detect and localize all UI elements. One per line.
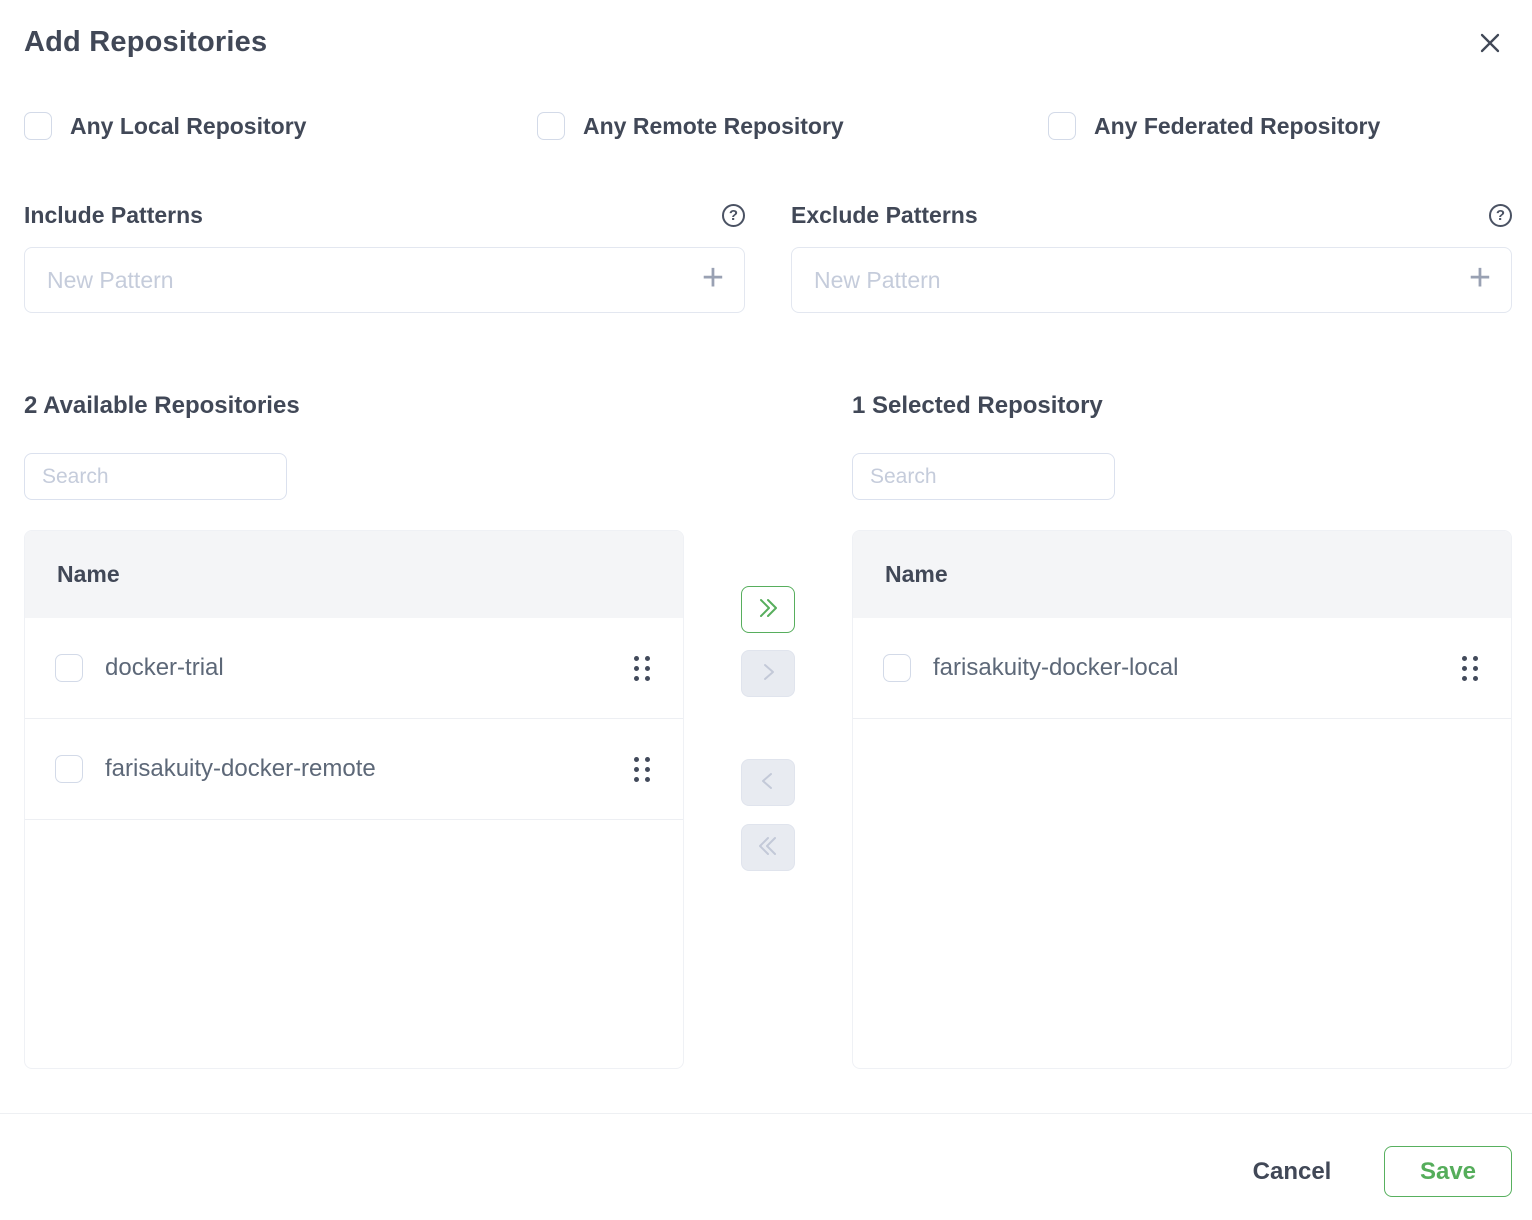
row-checkbox[interactable] [55,654,83,682]
row-checkbox[interactable] [883,654,911,682]
exclude-pattern-field: + [791,247,1512,313]
repository-name: docker-trial [105,654,634,682]
save-button[interactable]: Save [1384,1146,1512,1197]
include-pattern-field: + [24,247,745,313]
available-repositories-table: Name docker-trial farisakuity-docker-rem… [24,530,684,1069]
any-local-repository-checkbox[interactable] [24,112,52,140]
repository-name: farisakuity-docker-local [933,654,1462,682]
chevron-right-icon [756,660,780,687]
drag-handle-icon[interactable] [1462,656,1478,681]
available-search-input[interactable] [24,453,287,500]
any-remote-repository-label: Any Remote Repository [583,113,844,140]
selected-repositories-table: Name farisakuity-docker-local [852,530,1512,1069]
exclude-patterns-label: Exclude Patterns [791,202,978,229]
chevron-left-icon [756,769,780,796]
move-right-button[interactable] [741,650,795,697]
dialog-title: Add Repositories [24,26,267,59]
move-all-left-button[interactable] [741,824,795,871]
footer-divider [0,1113,1532,1114]
move-left-button[interactable] [741,759,795,806]
include-patterns-header: Include Patterns ? [24,202,745,229]
drag-handle-icon[interactable] [634,757,650,782]
close-button[interactable] [1472,26,1508,62]
include-pattern-input[interactable] [25,267,682,294]
cancel-button[interactable]: Cancel [1232,1146,1352,1197]
double-chevron-left-icon [755,834,781,861]
repository-name: farisakuity-docker-remote [105,755,634,783]
row-checkbox[interactable] [55,755,83,783]
selected-repositories-heading: 1 Selected Repository [852,392,1103,420]
any-remote-repository-option: Any Remote Repository [537,112,844,140]
exclude-pattern-add-button[interactable]: + [1449,248,1511,312]
plus-icon: + [702,257,724,300]
selected-search-input[interactable] [852,453,1115,500]
exclude-patterns-help-icon[interactable]: ? [1489,204,1512,227]
plus-icon: + [1469,257,1491,300]
drag-handle-icon[interactable] [634,656,650,681]
include-patterns-label: Include Patterns [24,202,203,229]
add-repositories-dialog: Add Repositories Any Local Repository An… [0,0,1532,1220]
include-patterns-help-icon[interactable]: ? [722,204,745,227]
include-pattern-add-button[interactable]: + [682,248,744,312]
close-icon [1475,28,1505,61]
double-chevron-right-icon [755,596,781,623]
any-remote-repository-checkbox[interactable] [537,112,565,140]
selected-table-header: Name [853,531,1511,618]
any-local-repository-option: Any Local Repository [24,112,306,140]
available-table-header: Name [25,531,683,618]
any-federated-repository-option: Any Federated Repository [1048,112,1380,140]
table-row[interactable]: farisakuity-docker-local [853,618,1511,719]
available-repositories-heading: 2 Available Repositories [24,392,300,420]
table-row[interactable]: docker-trial [25,618,683,719]
move-all-right-button[interactable] [741,586,795,633]
exclude-pattern-input[interactable] [792,267,1449,294]
any-federated-repository-label: Any Federated Repository [1094,113,1380,140]
any-local-repository-label: Any Local Repository [70,113,306,140]
any-federated-repository-checkbox[interactable] [1048,112,1076,140]
table-row[interactable]: farisakuity-docker-remote [25,719,683,820]
exclude-patterns-header: Exclude Patterns ? [791,202,1512,229]
